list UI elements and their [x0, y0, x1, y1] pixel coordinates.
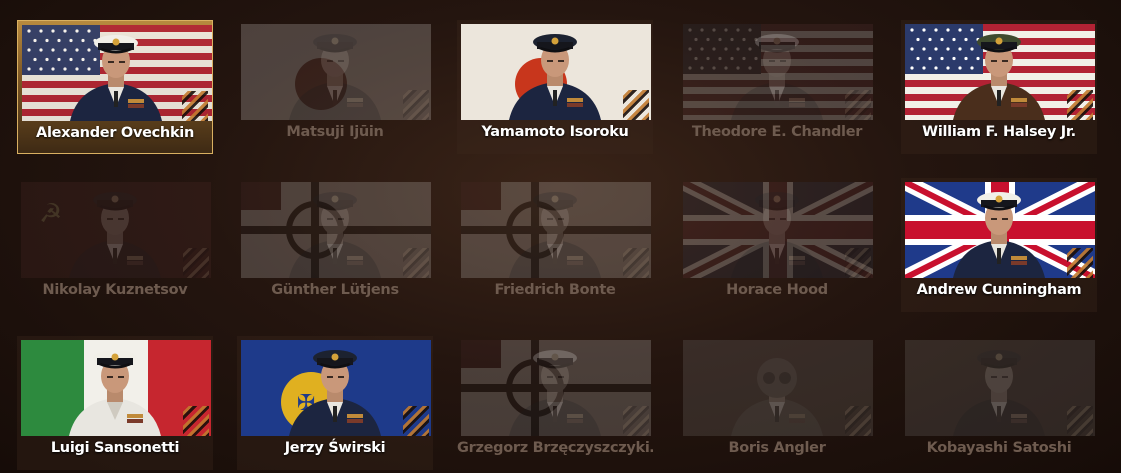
commander-grid: Alexander Ovechkin Matsuji Ijūin Yamamoto … — [0, 0, 1121, 473]
rank-stripes-icon — [1067, 90, 1093, 120]
commander-card[interactable]: Günther Lütjens — [237, 178, 433, 312]
rank-stripes-icon — [403, 248, 429, 278]
rank-stripes-icon — [623, 406, 649, 436]
commander-name: Yamamoto Isoroku — [481, 124, 629, 140]
commander-name: Theodore E. Chandler — [691, 124, 863, 140]
commander-card[interactable]: William F. Halsey Jr. — [901, 20, 1097, 154]
commander-card[interactable]: Grzegorz Brzęczyszczyki… — [457, 336, 653, 470]
commander-card[interactable]: Boris Angler — [679, 336, 875, 470]
commander-name: Kobayashi Satoshi — [926, 440, 1072, 456]
commander-card[interactable]: Friedrich Bonte — [457, 178, 653, 312]
commander-name: Luigi Sansonetti — [50, 440, 180, 456]
rank-stripes-icon — [403, 90, 429, 120]
commander-card[interactable]: Matsuji Ijūin — [237, 20, 433, 154]
commander-card[interactable]: Luigi Sansonetti — [17, 336, 213, 470]
rank-stripes-icon — [623, 90, 649, 120]
commander-name: Horace Hood — [726, 282, 828, 298]
rank-stripes-icon — [623, 248, 649, 278]
rank-stripes-icon — [845, 90, 871, 120]
commander-card[interactable]: ☭ Nikolay Kuznetsov — [17, 178, 213, 312]
rank-stripes-icon — [1067, 248, 1093, 278]
rank-stripes-icon — [845, 248, 871, 278]
commander-card[interactable]: Kobayashi Satoshi — [901, 336, 1097, 470]
rank-stripes-icon — [403, 406, 429, 436]
commander-name: William F. Halsey Jr. — [922, 124, 1076, 140]
commander-card[interactable]: Andrew Cunningham — [901, 178, 1097, 312]
rank-stripes-icon — [845, 406, 871, 436]
commander-name: Friedrich Bonte — [494, 282, 616, 298]
rank-stripes-icon — [183, 406, 209, 436]
commander-name: Jerzy Świrski — [284, 440, 386, 456]
commander-name: Andrew Cunningham — [916, 282, 1082, 298]
rank-stripes-icon — [1067, 406, 1093, 436]
commander-card[interactable]: Horace Hood — [679, 178, 875, 312]
commander-name: Matsuji Ijūin — [286, 124, 384, 140]
rank-stripes-icon — [183, 248, 209, 278]
commander-name: Grzegorz Brzęczyszczyki… — [457, 440, 653, 456]
commander-name: Nikolay Kuznetsov — [42, 282, 188, 298]
rank-stripes-icon — [182, 91, 208, 121]
commander-card[interactable]: Alexander Ovechkin — [17, 20, 213, 154]
commander-card[interactable]: ✠ Jerzy Świrski — [237, 336, 433, 470]
commander-name: Boris Angler — [728, 440, 826, 456]
commander-name: Günther Lütjens — [271, 282, 399, 298]
commander-card[interactable]: Yamamoto Isoroku — [457, 20, 653, 154]
commander-card[interactable]: Theodore E. Chandler — [679, 20, 875, 154]
commander-name: Alexander Ovechkin — [36, 125, 194, 141]
